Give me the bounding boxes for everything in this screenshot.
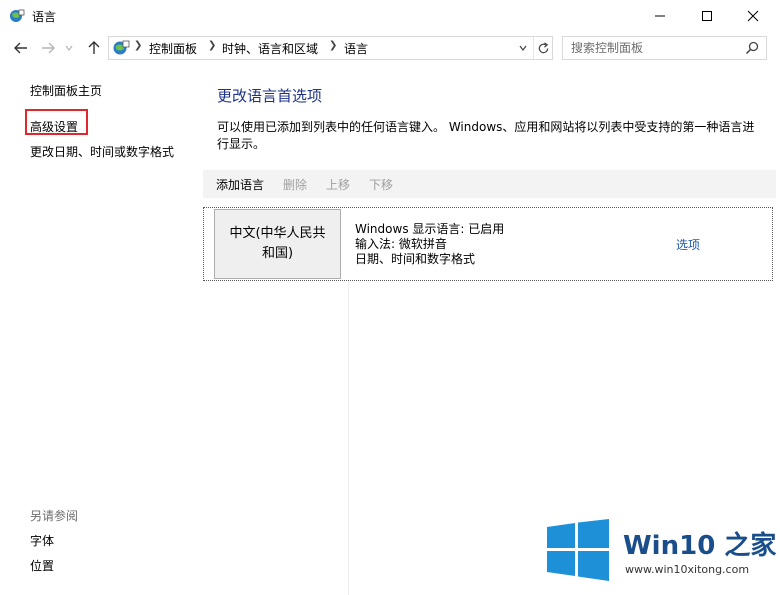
- recent-dropdown-icon[interactable]: [62, 36, 76, 60]
- page-description: 可以使用已添加到列表中的任何语言键入。 Windows、应用和网站将以列表中受支…: [217, 120, 755, 151]
- see-also-heading: 另请参阅: [30, 509, 79, 523]
- navigation-bar: ❯ 控制面板 ❯ 时钟、语言和区域 ❯ 语言: [0, 34, 780, 62]
- search-box[interactable]: [562, 36, 767, 60]
- window-title: 语言: [32, 10, 57, 24]
- language-window: 语言 ❯ 控制面板 ❯ 时钟、语言和区域 ❯ 语言 搜索控制面板 控制面板主页 …: [0, 0, 780, 595]
- breadcrumb-chevron-icon: ❯: [329, 40, 338, 51]
- watermark-url: www.win10xitong.com: [625, 563, 750, 576]
- back-arrow-icon[interactable]: [10, 36, 32, 60]
- breadcrumb-clock-language-region[interactable]: 时钟、语言和区域: [222, 40, 318, 57]
- control-panel-home-link[interactable]: 控制面板主页: [30, 82, 102, 99]
- language-options-link[interactable]: 选项: [676, 236, 700, 253]
- display-language-status: Windows 显示语言: 已启用: [355, 222, 505, 236]
- refresh-icon[interactable]: [533, 37, 553, 59]
- column-divider: [348, 281, 349, 595]
- title-bar: 语言: [0, 0, 780, 32]
- forward-arrow-icon[interactable]: [37, 36, 59, 60]
- move-up-button[interactable]: 上移: [326, 176, 350, 193]
- date-format-label: 日期、时间和数字格式: [355, 252, 476, 266]
- add-language-button[interactable]: 添加语言: [216, 176, 264, 193]
- fonts-link[interactable]: 字体: [30, 532, 54, 549]
- search-icon[interactable]: [744, 40, 760, 56]
- language-details: Windows 显示语言: 已启用 输入法: 微软拼音 日期、时间和数字格式: [355, 222, 504, 267]
- page-title: 更改语言首选项: [217, 87, 323, 105]
- language-toolbar: 添加语言 删除 上移 下移: [203, 170, 776, 198]
- change-date-format-link[interactable]: 更改日期、时间或数字格式: [30, 143, 174, 160]
- move-down-button[interactable]: 下移: [369, 176, 393, 193]
- address-dropdown-icon[interactable]: [514, 37, 532, 59]
- language-list-item[interactable]: 中文(中华人民共和国) Windows 显示语言: 已启用 输入法: 微软拼音 …: [203, 207, 773, 281]
- windows-logo-icon: [547, 519, 609, 581]
- location-link[interactable]: 位置: [30, 557, 54, 574]
- input-method-status: 输入法: 微软拼音: [355, 237, 447, 251]
- breadcrumb-chevron-icon: ❯: [208, 40, 217, 51]
- address-bar[interactable]: ❯ 控制面板 ❯ 时钟、语言和区域 ❯ 语言: [108, 36, 553, 60]
- watermark-brand: Win10 之家: [623, 531, 777, 561]
- language-name-button[interactable]: 中文(中华人民共和国): [214, 209, 341, 279]
- advanced-settings-link[interactable]: 高级设置: [30, 118, 78, 135]
- language-globe-icon: [9, 8, 25, 24]
- up-arrow-icon[interactable]: [83, 36, 105, 60]
- close-button[interactable]: [730, 0, 776, 32]
- breadcrumb-chevron-icon: ❯: [134, 40, 143, 51]
- minimize-button[interactable]: [637, 0, 683, 32]
- remove-language-button[interactable]: 删除: [283, 176, 307, 193]
- control-panel-icon: [112, 39, 130, 57]
- search-input[interactable]: [563, 37, 741, 59]
- watermark-logo: Win10 之家 www.win10xitong.com: [545, 519, 777, 581]
- maximize-button[interactable]: [684, 0, 730, 32]
- breadcrumb-language[interactable]: 语言: [344, 40, 368, 57]
- breadcrumb-control-panel[interactable]: 控制面板: [149, 40, 197, 57]
